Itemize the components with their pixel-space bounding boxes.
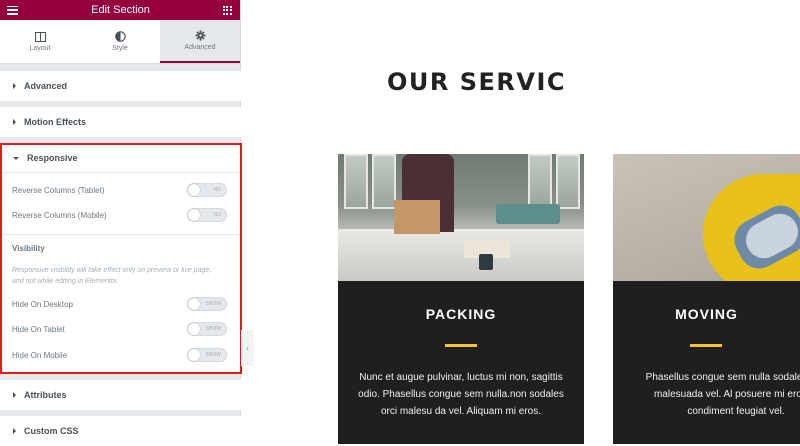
section-header[interactable]: Motion Effects: [0, 107, 241, 137]
service-card-body: MOVING Phasellus congue sem nulla sodale…: [613, 281, 800, 444]
switch-knob: [188, 209, 200, 221]
section-header[interactable]: Responsive: [0, 143, 241, 173]
box-shape: [394, 200, 440, 234]
cup-shape: [479, 254, 493, 270]
section-custom-css[interactable]: Custom CSS: [0, 416, 241, 446]
visibility-note: Responsive visibility will take effect o…: [12, 267, 212, 285]
service-text: Phasellus congue sem nulla sodales orci …: [645, 372, 800, 417]
window-shape: [556, 154, 580, 209]
tab-label: Advanced: [184, 44, 216, 51]
service-card-body: PACKING Nunc et augue pulvinar, luctus m…: [338, 281, 584, 444]
reverse-tablet-switch[interactable]: NO: [187, 183, 227, 197]
service-text: Nunc et augue pulvinar, luctus mi non, s…: [358, 372, 564, 417]
hide-mobile-switch[interactable]: SHOW: [187, 348, 227, 362]
menu-icon[interactable]: [7, 5, 18, 15]
switch-knob: [188, 349, 200, 361]
panel-collapse-handle[interactable]: ‹: [241, 330, 254, 366]
chevron-left-icon: ‹: [246, 343, 249, 353]
service-card-moving: MOVING Phasellus congue sem nulla sodale…: [613, 154, 800, 444]
tab-label: Layout: [29, 44, 51, 52]
caret-right-icon: [13, 392, 16, 398]
switch-knob: [188, 298, 200, 310]
hide-tablet-switch[interactable]: SHOW: [187, 322, 227, 336]
service-title: MOVING: [675, 306, 738, 322]
section-motion-effects[interactable]: Motion Effects: [0, 107, 241, 137]
caret-right-icon: [13, 119, 16, 125]
visibility-heading: Visibility: [12, 244, 45, 253]
switch-state: SHOW: [205, 301, 221, 307]
section-responsive: Responsive Reverse Columns (Tablet) NO R…: [0, 143, 241, 373]
control-hide-tablet: Hide On Tablet SHOW: [12, 321, 227, 337]
tab-label: Style: [112, 45, 128, 52]
switch-state: NO: [213, 212, 222, 218]
section-label: Custom CSS: [24, 426, 79, 436]
service-image: [613, 154, 800, 281]
panel-title: Edit Section: [91, 4, 150, 16]
tab-style[interactable]: Style: [80, 20, 160, 63]
section-advanced[interactable]: Advanced: [0, 71, 241, 101]
service-title: PACKING: [425, 306, 497, 322]
switch-state: NO: [213, 187, 222, 193]
section-label: Motion Effects: [24, 117, 86, 127]
accent-bar: [445, 344, 477, 347]
caret-right-icon: [13, 83, 16, 89]
gear-icon: [195, 30, 205, 41]
widgets-grid-icon[interactable]: [222, 5, 232, 15]
divider: [0, 172, 241, 173]
service-image: [338, 154, 584, 281]
divider: [0, 234, 241, 235]
switch-state: SHOW: [205, 326, 221, 332]
section-header[interactable]: Custom CSS: [0, 416, 241, 446]
accent-bar: [690, 344, 722, 347]
panel-header: Edit Section: [0, 0, 240, 20]
tab-layout[interactable]: Layout: [0, 20, 80, 63]
control-reverse-mobile: Reverse Columns (Mobile) NO: [12, 207, 227, 223]
caret-right-icon: [13, 428, 16, 434]
control-label: Reverse Columns (Mobile): [12, 210, 107, 220]
half-circle-icon: [114, 31, 126, 42]
window-shape: [344, 154, 368, 209]
section-attributes[interactable]: Attributes: [0, 380, 241, 410]
caret-down-icon: [13, 156, 19, 160]
control-label: Hide On Tablet: [12, 324, 65, 334]
table-shape: [338, 229, 584, 281]
panel-tabs: Layout Style Advanced: [0, 20, 240, 64]
hide-desktop-switch[interactable]: SHOW: [187, 297, 227, 311]
window-shape: [372, 154, 396, 209]
control-label: Reverse Columns (Tablet): [12, 185, 105, 195]
control-label: Hide On Mobile: [12, 350, 68, 360]
section-label: Attributes: [24, 390, 67, 400]
reverse-mobile-switch[interactable]: NO: [187, 208, 227, 222]
page-heading: OUR SERVIC: [387, 68, 567, 96]
section-label: Responsive: [27, 153, 78, 163]
window-shape: [528, 154, 552, 209]
section-label: Advanced: [24, 81, 68, 91]
control-reverse-tablet: Reverse Columns (Tablet) NO: [12, 182, 227, 198]
service-card-packing: PACKING Nunc et augue pulvinar, luctus m…: [338, 154, 584, 444]
section-header[interactable]: Advanced: [0, 71, 241, 101]
switch-knob: [188, 184, 200, 196]
control-hide-desktop: Hide On Desktop SHOW: [12, 296, 227, 312]
chair-shape: [496, 204, 560, 224]
section-header[interactable]: Attributes: [0, 380, 241, 410]
switch-knob: [188, 323, 200, 335]
columns-icon: [34, 31, 46, 42]
control-label: Hide On Desktop: [12, 299, 73, 309]
tab-advanced[interactable]: Advanced: [160, 20, 240, 63]
switch-state: SHOW: [205, 352, 221, 358]
control-hide-mobile: Hide On Mobile SHOW: [12, 347, 227, 363]
